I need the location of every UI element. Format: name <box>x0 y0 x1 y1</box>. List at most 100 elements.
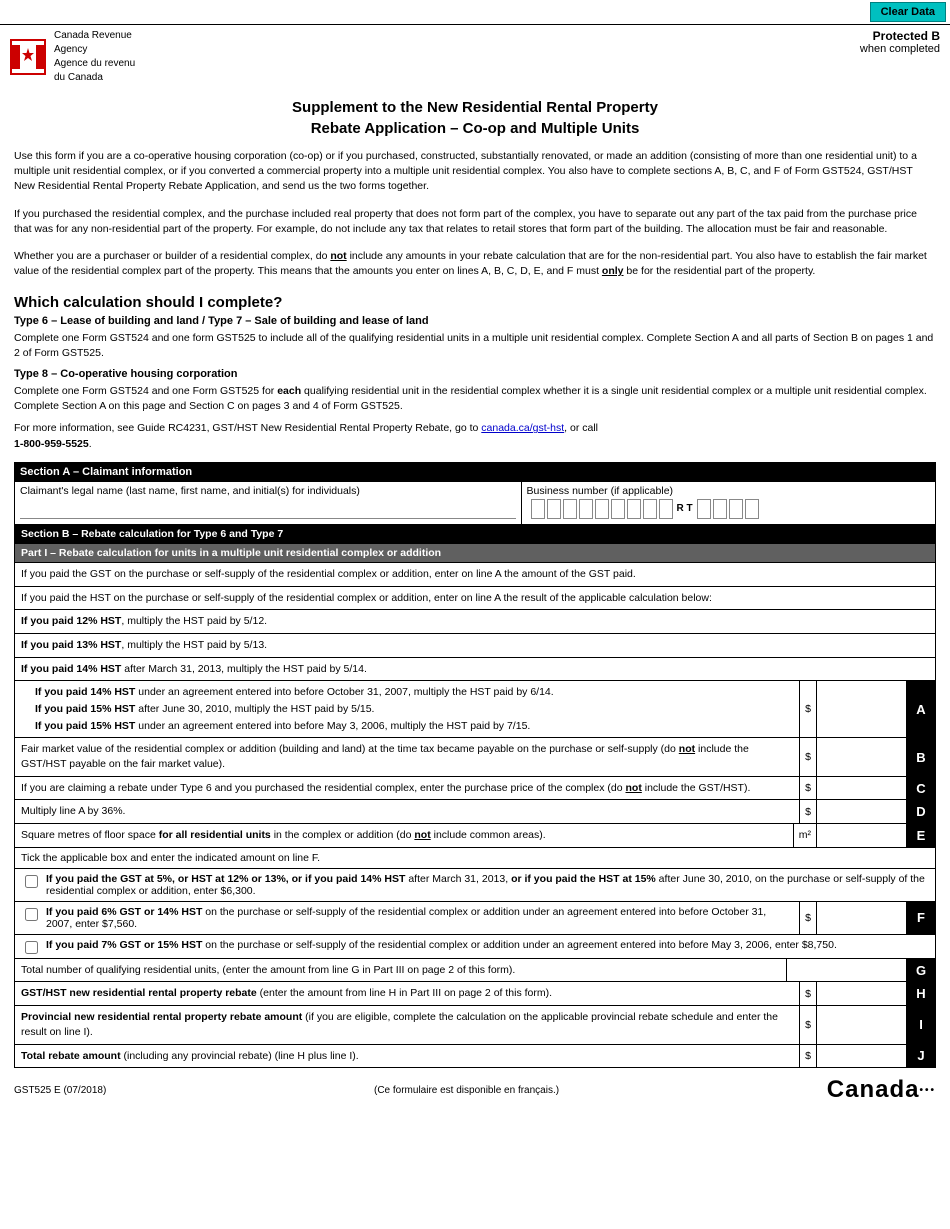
bn-digit-8[interactable] <box>643 499 657 519</box>
checkbox1-label: If you paid the GST at 5%, or HST at 12%… <box>46 873 929 897</box>
checkbox1[interactable] <box>25 875 38 888</box>
dollar-sign-h: $ <box>800 982 817 1005</box>
section-a-header: Section A – Claimant information <box>15 462 936 481</box>
dollar-sign-c: $ <box>800 777 817 800</box>
claimant-name-label: Claimant's legal name (last name, first … <box>20 485 516 497</box>
line-c-input-area: $ C <box>799 777 935 800</box>
tick-box-section: Tick the applicable box and enter the in… <box>15 848 935 959</box>
line-g-row: Total number of qualifying residential u… <box>15 959 935 983</box>
checkbox1-row: If you paid the GST at 5%, or HST at 12%… <box>15 868 935 901</box>
which-calc-heading: Which calculation should I complete? <box>0 288 950 313</box>
line-e-letter: E <box>907 824 935 847</box>
intro-para1: Use this form if you are a co-operative … <box>0 145 950 199</box>
line-f-letter: F <box>907 902 935 934</box>
line-j-input-area: $ J <box>799 1045 935 1068</box>
line-j-letter: J <box>907 1045 935 1068</box>
type8-body: Complete one Form GST524 and one Form GS… <box>0 382 950 416</box>
bn-digit-4[interactable] <box>579 499 593 519</box>
checkbox2[interactable] <box>25 908 38 921</box>
line-b-row: Fair market value of the residential com… <box>15 738 935 776</box>
bn-rt-2[interactable] <box>713 499 727 519</box>
claimant-name-input[interactable] <box>20 497 516 519</box>
logo-area: Canada Revenue Agency Agence du revenu d… <box>10 29 230 85</box>
dollar-sign-a: $ <box>800 681 817 737</box>
section-a-table: Section A – Claimant information Claiman… <box>14 462 936 525</box>
checkbox3-row: If you paid 7% GST or 15% HST on the pur… <box>15 934 935 958</box>
hst13-row: If you paid 13% HST, multiply the HST pa… <box>15 634 935 658</box>
bn-digit-9[interactable] <box>659 499 673 519</box>
bn-digit-6[interactable] <box>611 499 625 519</box>
line-a-input-area: $ A <box>799 681 935 737</box>
gst-paid-row: If you paid the GST on the purchase or s… <box>15 563 935 587</box>
protected-b-label: Protected B when completed <box>860 29 940 55</box>
tick-box-header: Tick the applicable box and enter the in… <box>15 848 935 868</box>
line-h-input-area: $ H <box>799 982 935 1005</box>
line-f-input-area: $ F <box>799 902 935 934</box>
checkbox2-label: If you paid 6% GST or 14% HST on the pur… <box>46 906 793 930</box>
dollar-sign-f: $ <box>800 902 817 934</box>
hst14a-row: If you paid 14% HST after March 31, 2013… <box>15 658 935 682</box>
line-c-row: If you are claiming a rebate under Type … <box>15 777 935 801</box>
line-d-row: Multiply line A by 36%. $ D <box>15 800 935 824</box>
line-d-input[interactable] <box>817 800 907 823</box>
form-title: Supplement to the New Residential Rental… <box>0 89 950 145</box>
form-number: GST525 E (07/2018) <box>14 1085 106 1096</box>
line-d-input-area: $ D <box>799 800 935 823</box>
business-number-label: Business number (if applicable) <box>527 485 930 497</box>
line-a-input[interactable] <box>817 681 907 737</box>
checkbox2-row: If you paid 6% GST or 14% HST on the pur… <box>15 901 935 934</box>
line-g-letter: G <box>907 959 935 982</box>
claimant-info-row: Claimant's legal name (last name, first … <box>15 481 936 524</box>
checkbox3-label: If you paid 7% GST or 15% HST on the pur… <box>46 939 837 951</box>
line-i-letter: I <box>907 1006 935 1043</box>
business-number-area: R T <box>527 497 930 521</box>
line-b-letter: B <box>907 738 935 775</box>
bn-rt-4[interactable] <box>745 499 759 519</box>
bn-digit-7[interactable] <box>627 499 641 519</box>
more-info-text: For more information, see Guide RC4231, … <box>0 419 950 453</box>
line-j-row: Total rebate amount (including any provi… <box>15 1045 935 1068</box>
line-c-letter: C <box>907 777 935 800</box>
line-b-input-area: $ B <box>799 738 935 775</box>
canada-flag-icon <box>10 39 46 75</box>
bn-rt-3[interactable] <box>729 499 743 519</box>
line-i-input-area: $ I <box>799 1006 935 1043</box>
part1-header: Part I – Rebate calculation for units in… <box>15 544 935 563</box>
checkbox3[interactable] <box>25 941 38 954</box>
rt-label: R T <box>677 503 693 514</box>
m2-unit: m² <box>794 824 817 847</box>
hst14b-row: If you paid 14% HST under an agreement e… <box>15 681 935 738</box>
intro-para3: Whether you are a purchaser or builder o… <box>0 245 950 283</box>
type8-heading: Type 8 – Co-operative housing corporatio… <box>0 366 950 382</box>
line-f-input[interactable] <box>817 902 907 934</box>
dollar-sign-d: $ <box>800 800 817 823</box>
line-i-input[interactable] <box>817 1006 907 1043</box>
bn-digit-3[interactable] <box>563 499 577 519</box>
line-h-input[interactable] <box>817 982 907 1005</box>
bn-digit-1[interactable] <box>531 499 545 519</box>
french-note: (Ce formulaire est disponible en françai… <box>374 1085 559 1096</box>
type67-heading: Type 6 – Lease of building and land / Ty… <box>0 313 950 329</box>
clear-data-button[interactable]: Clear Data <box>870 2 946 22</box>
dollar-sign-i: $ <box>800 1006 817 1043</box>
form-footer: GST525 E (07/2018) (Ce formulaire est di… <box>0 1068 950 1108</box>
line-h-row: GST/HST new residential rental property … <box>15 982 935 1006</box>
form-header: Canada Revenue Agency Agence du revenu d… <box>0 24 950 89</box>
line-g-input[interactable] <box>787 959 907 982</box>
bn-digit-2[interactable] <box>547 499 561 519</box>
line-i-row: Provincial new residential rental proper… <box>15 1006 935 1044</box>
line-e-row: Square metres of floor space for all res… <box>15 824 935 848</box>
line-a-letter: A <box>907 681 935 737</box>
line-b-input[interactable] <box>817 738 907 775</box>
line-j-input[interactable] <box>817 1045 907 1068</box>
section-b-header: Section B – Rebate calculation for Type … <box>15 525 935 544</box>
line-h-letter: H <box>907 982 935 1005</box>
line-c-input[interactable] <box>817 777 907 800</box>
dollar-sign-b: $ <box>800 738 817 775</box>
bn-rt-1[interactable] <box>697 499 711 519</box>
bn-digit-5[interactable] <box>595 499 609 519</box>
canada-wordmark: Canada••• <box>827 1076 936 1104</box>
line-e-input[interactable] <box>817 824 907 847</box>
hst12-row: If you paid 12% HST, multiply the HST pa… <box>15 610 935 634</box>
type67-body: Complete one Form GST524 and one form GS… <box>0 329 950 363</box>
